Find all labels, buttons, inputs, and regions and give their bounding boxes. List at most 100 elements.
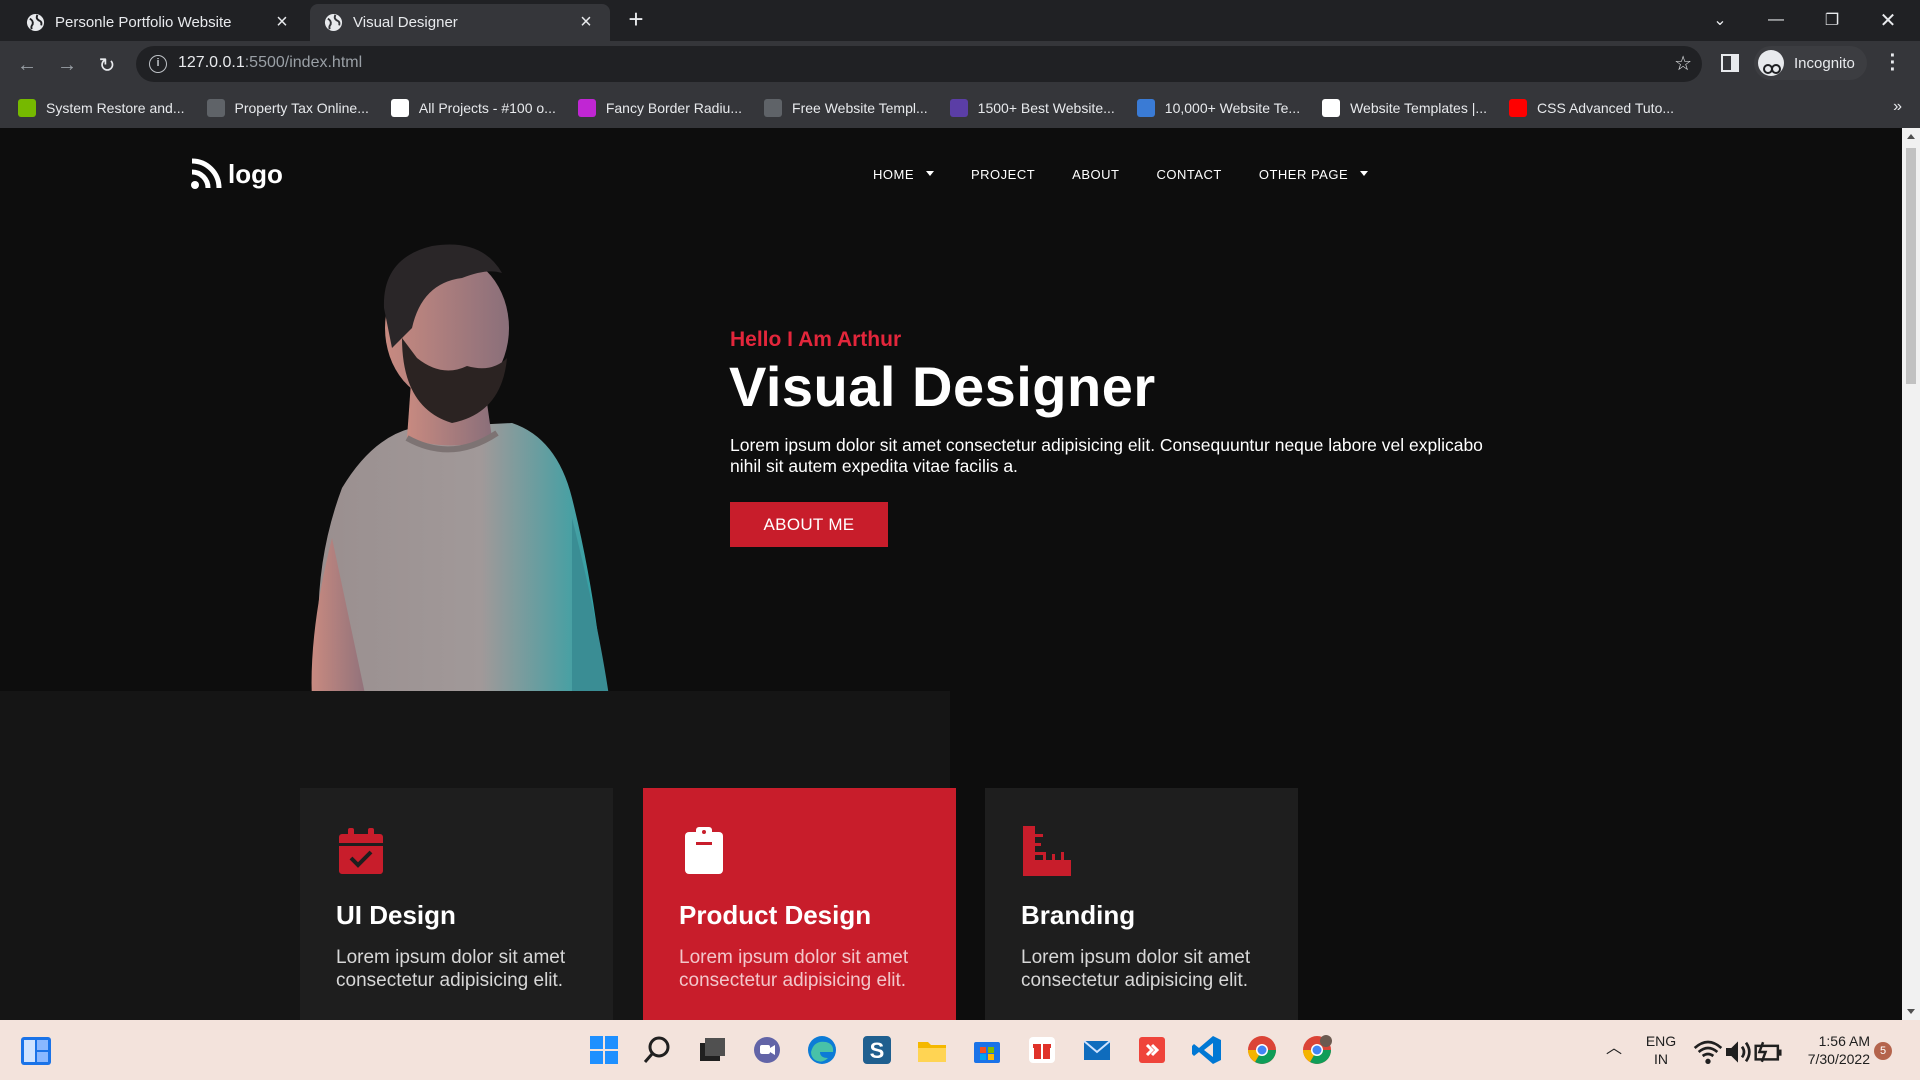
scroll-down-icon[interactable] [1907, 1009, 1915, 1014]
globe-icon [324, 13, 343, 32]
nav-project[interactable]: PROJECT [971, 167, 1035, 182]
bookmark-favicon-icon [390, 99, 409, 117]
bookmark-item[interactable]: 10,000+ Website Te... [1136, 99, 1301, 117]
calendar-check-icon [339, 828, 383, 874]
close-icon[interactable]: × [576, 11, 596, 33]
nav-home[interactable]: HOME [873, 167, 934, 182]
nav-label: PROJECT [971, 167, 1036, 182]
nav-contact[interactable]: CONTACT [1156, 167, 1221, 182]
close-icon[interactable]: × [272, 11, 292, 33]
restore-button[interactable]: ❐ [1804, 0, 1860, 40]
bookmarks-bar: System Restore and... Property Tax Online… [0, 88, 1920, 128]
bookmark-item[interactable]: All Projects - #100 o... [390, 99, 556, 117]
bookmark-label: Fancy Border Radiu... [605, 100, 743, 116]
about-me-button[interactable]: ABOUT ME [730, 502, 888, 547]
scrollbar-thumb[interactable] [1906, 148, 1916, 384]
address-bar[interactable]: i 127.0.0.1:5500/index.html ☆ [136, 46, 1702, 82]
card-title: UI Design [336, 900, 456, 930]
chevron-right-icon[interactable]: » [1893, 98, 1902, 116]
bookmark-item[interactable]: CSS Advanced Tuto... [1509, 99, 1674, 117]
bookmark-favicon-icon [764, 99, 783, 117]
task-view-icon[interactable] [696, 1034, 728, 1066]
service-card-product-design[interactable]: Product Design Lorem ipsum dolor sit ame… [643, 788, 956, 1020]
chrome-icon[interactable] [1246, 1034, 1278, 1066]
bookmark-label: 1500+ Best Website... [977, 100, 1115, 116]
side-panel-icon[interactable] [1721, 54, 1739, 72]
service-card-ui-design[interactable]: UI Design Lorem ipsum dolor sit amet con… [300, 788, 613, 1020]
bookmark-item[interactable]: Website Templates |... [1322, 99, 1487, 117]
new-tab-button[interactable]: + [624, 6, 648, 32]
bookmark-item[interactable]: System Restore and... [18, 99, 185, 117]
close-window-button[interactable]: ✕ [1860, 0, 1916, 40]
bookmark-favicon-icon [1322, 99, 1341, 117]
bookmark-item[interactable]: Free Website Templ... [764, 99, 928, 117]
widgets-icon[interactable] [21, 1037, 51, 1065]
caret-down-icon [1360, 170, 1369, 176]
chrome-profile-icon[interactable] [1301, 1034, 1333, 1066]
file-explorer-icon[interactable] [916, 1034, 948, 1066]
anydesk-icon[interactable] [1136, 1034, 1168, 1066]
wifi-icon[interactable] [1692, 1036, 1724, 1068]
browser-toolbar: ← → ↻ i 127.0.0.1:5500/index.html ☆ Inco… [0, 41, 1920, 88]
microsoft-store-icon[interactable] [971, 1034, 1003, 1066]
language-indicator[interactable]: ENG IN [1644, 1032, 1678, 1068]
minimize-button[interactable]: — [1748, 0, 1804, 40]
browser-tab-active[interactable]: Visual Designer × [310, 4, 610, 41]
incognito-label: Incognito [1794, 54, 1855, 72]
nav-other-page[interactable]: OTHER PAGE [1258, 167, 1369, 182]
chevron-up-icon[interactable]: ︿ [1606, 1040, 1622, 1058]
mail-icon[interactable] [1081, 1034, 1113, 1066]
rss-logo-icon [191, 158, 222, 189]
teams-chat-icon[interactable] [751, 1034, 783, 1066]
reload-button[interactable]: ↻ [94, 52, 120, 78]
browser-tab[interactable]: Personle Portfolio Website × [0, 4, 306, 41]
site-logo[interactable]: logo [190, 158, 283, 190]
tab-search-icon[interactable]: ⌄ [1692, 0, 1748, 40]
page-scrollbar[interactable] [1902, 128, 1920, 1020]
bookmark-item[interactable]: Property Tax Online... [206, 99, 369, 117]
service-card-branding[interactable]: Branding Lorem ipsum dolor sit amet cons… [985, 788, 1298, 1020]
battery-charging-icon[interactable] [1752, 1036, 1784, 1068]
clock[interactable]: 1:56 AM 7/30/2022 [1790, 1032, 1870, 1068]
bookmark-label: Website Templates |... [1350, 100, 1488, 116]
clipboard-icon [685, 827, 723, 874]
bookmark-label: 10,000+ Website Te... [1164, 100, 1301, 116]
gift-app-icon[interactable] [1026, 1034, 1058, 1066]
bookmark-item[interactable]: Fancy Border Radiu... [577, 99, 743, 117]
incognito-indicator[interactable]: Incognito [1754, 46, 1867, 80]
bookmark-favicon-icon [1509, 99, 1528, 117]
bookmark-label: All Projects - #100 o... [418, 100, 556, 116]
site-nav: HOME PROJECT ABOUT CONTACT OTHER PAGE [873, 167, 1405, 182]
clock-date: 7/30/2022 [1807, 1051, 1870, 1067]
volume-icon[interactable] [1722, 1036, 1754, 1068]
nav-label: CONTACT [1156, 167, 1222, 182]
nav-label: OTHER PAGE [1258, 167, 1349, 182]
more-menu-icon[interactable]: · · · [1888, 46, 1898, 80]
url-host: 127.0.0.1 [178, 54, 245, 71]
notification-badge[interactable]: 5 [1874, 1042, 1892, 1060]
search-icon[interactable] [642, 1034, 674, 1066]
card-text: Lorem ipsum dolor sit amet consectetur a… [679, 947, 909, 991]
info-icon[interactable]: i [149, 55, 167, 73]
nav-about[interactable]: ABOUT [1072, 167, 1119, 182]
star-icon[interactable]: ☆ [1674, 51, 1692, 76]
bookmark-item[interactable]: 1500+ Best Website... [949, 99, 1115, 117]
clock-time: 1:56 AM [1818, 1033, 1870, 1049]
globe-icon [26, 13, 45, 32]
caret-down-icon [926, 170, 934, 176]
bookmark-favicon-icon [206, 99, 225, 117]
bookmark-favicon-icon [1136, 99, 1155, 117]
bookmark-favicon-icon [18, 99, 36, 117]
hero-description: Lorem ipsum dolor sit amet consectetur a… [730, 435, 1483, 476]
vscode-icon[interactable] [1191, 1034, 1223, 1066]
edge-browser-icon[interactable] [806, 1034, 838, 1066]
forward-button[interactable]: → [54, 52, 80, 78]
url-text[interactable]: 127.0.0.1:5500/index.html [178, 54, 362, 72]
scroll-up-icon[interactable] [1907, 134, 1915, 139]
nav-label: ABOUT [1072, 167, 1120, 182]
windows-start-icon[interactable] [588, 1034, 620, 1066]
language-label: ENG [1645, 1033, 1677, 1049]
app-s-icon[interactable]: S [861, 1034, 893, 1066]
back-button[interactable]: ← [14, 52, 40, 78]
page-viewport: logo HOME PROJECT ABOUT CONTACT OTHER PA… [0, 128, 1902, 1020]
